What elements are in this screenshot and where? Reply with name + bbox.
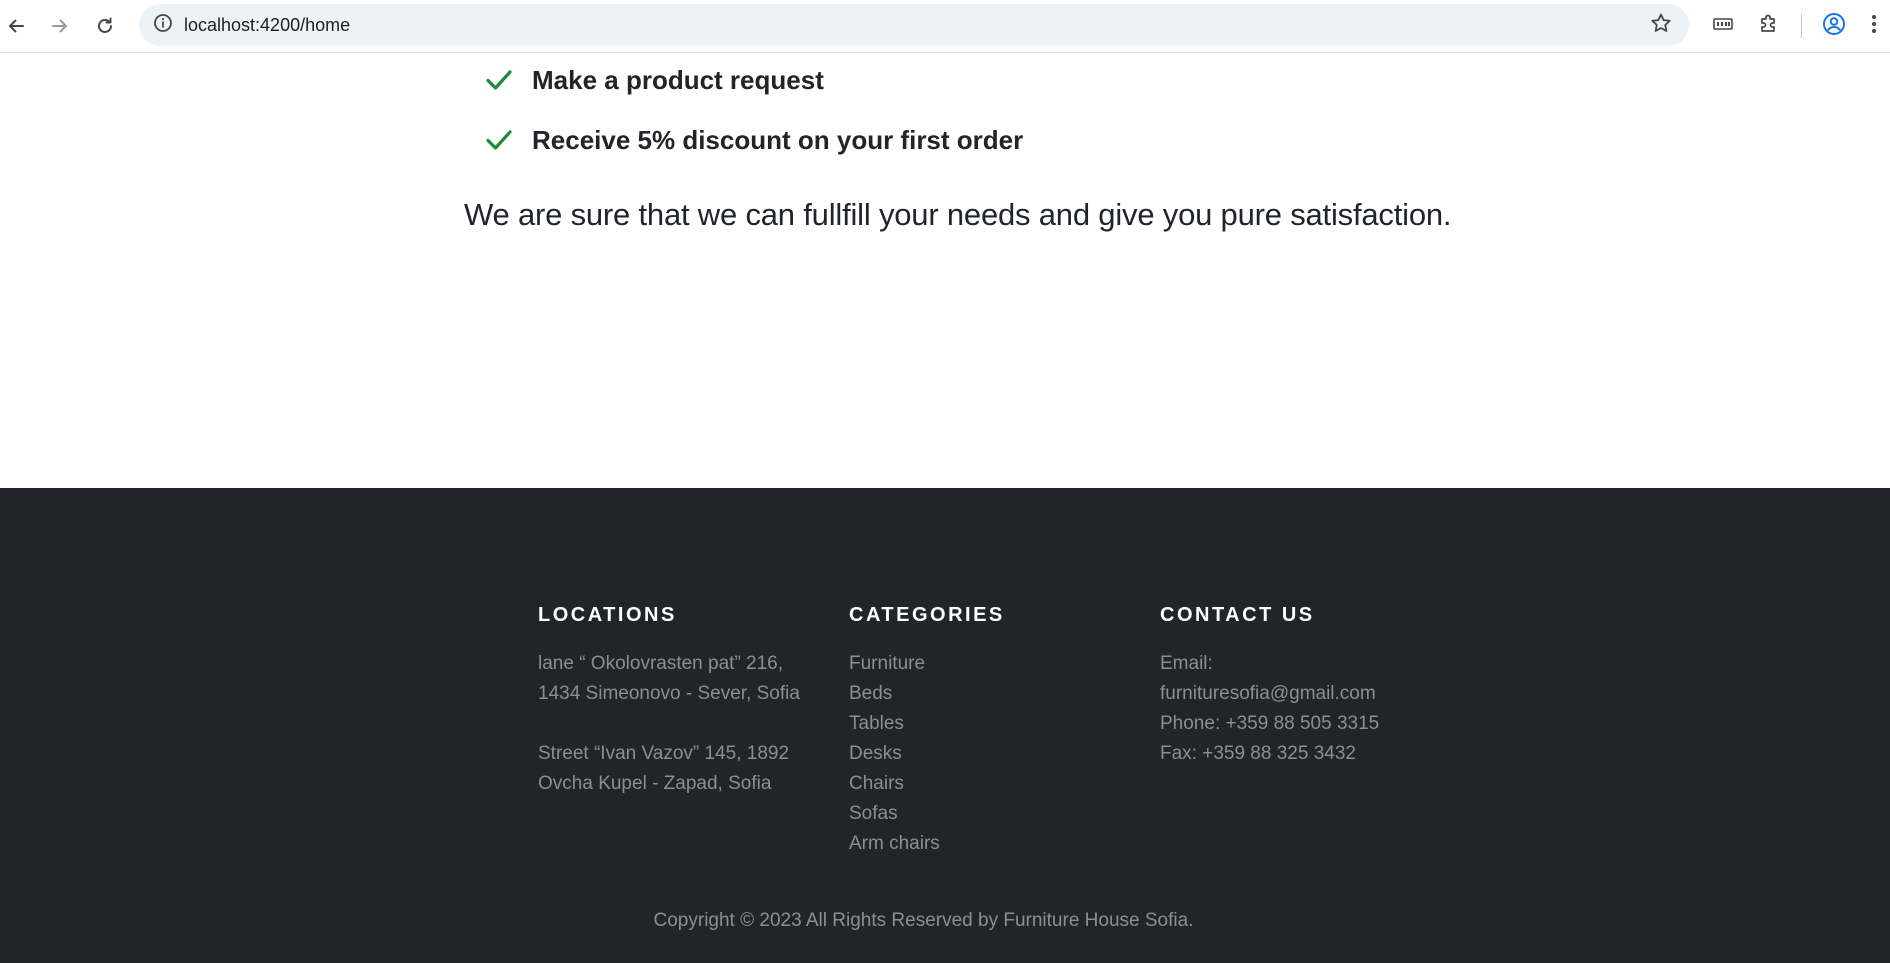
extensions-button[interactable] [1753,10,1785,42]
brand-link[interactable]: Furniture House Sofia [1003,910,1188,931]
star-icon [1650,12,1672,39]
checkmark-icon [484,65,514,95]
benefit-item: Make a product request [484,62,824,98]
copyright-text: Copyright © 2023 All Rights Reserved by … [0,910,1847,932]
forward-button[interactable] [44,10,76,42]
address-line: 1434 Simeonovo - Sever, Sofia [538,683,800,704]
bookmark-button[interactable] [1649,13,1673,37]
reload-icon [95,16,115,36]
checkmark-icon [484,125,514,155]
categories-heading: CATEGORIES [849,604,1005,626]
arrow-right-icon [50,16,70,36]
benefit-item: Receive 5% discount on your first order [484,122,1023,158]
category-link-sofas[interactable]: Sofas [849,799,1005,829]
locations-heading: LOCATIONS [538,604,677,626]
arrow-left-icon [6,16,26,36]
site-footer: LOCATIONS lane “ Okolovrasten pat” 216, … [0,488,1890,963]
satisfaction-statement: We are sure that we can fullfill your ne… [464,197,1452,232]
category-link-tables[interactable]: Tables [849,709,1005,739]
info-icon [153,13,173,38]
page-content: Make a product request Receive 5% discou… [0,53,1890,963]
address-bar[interactable]: localhost:4200/home [139,4,1689,46]
reload-button[interactable] [89,10,121,42]
email-label: Email: [1160,653,1213,674]
email-link[interactable]: furnituresofia@gmail.com [1160,679,1379,709]
browser-menu-button[interactable] [1862,10,1886,42]
benefit-text: Make a product request [532,64,824,95]
benefit-text: Receive 5% discount on your first order [532,124,1024,155]
url-text[interactable]: localhost:4200/home [184,4,350,46]
copyright-prefix: Copyright © 2023 All Rights Reserved by [653,910,1004,931]
category-link-desks[interactable]: Desks [849,739,1005,769]
category-link-furniture[interactable]: Furniture [849,649,1005,679]
toolbar-separator [1801,14,1802,38]
media-controls-icon [1713,17,1733,36]
more-vertical-icon [1871,14,1877,39]
category-link-chairs[interactable]: Chairs [849,769,1005,799]
category-link-beds[interactable]: Beds [849,679,1005,709]
browser-toolbar: localhost:4200/home [0,0,1890,53]
puzzle-icon [1758,13,1780,40]
category-link-arm-chairs[interactable]: Arm chairs [849,829,1005,859]
address-line: lane “ Okolovrasten pat” 216, [538,653,784,674]
profile-button[interactable] [1818,10,1850,42]
account-icon [1822,12,1846,41]
back-button[interactable] [0,10,32,42]
copyright-suffix: . [1188,910,1194,931]
site-info-button[interactable] [151,13,175,37]
footer-contact: CONTACT US Email: furnituresofia@gmail.c… [1160,603,1379,769]
address-line: Street “Ivan Vazov” 145, 1892 [538,743,790,764]
media-controls-button[interactable] [1707,10,1739,42]
footer-categories: CATEGORIES Furniture Beds Tables Desks C… [849,603,1005,859]
phone-text: Phone: +359 88 505 3315 [1160,713,1380,734]
footer-locations: LOCATIONS lane “ Okolovrasten pat” 216, … [538,603,800,799]
address-line: Ovcha Kupel - Zapad, Sofia [538,773,772,794]
fax-text: Fax: +359 88 325 3432 [1160,743,1356,764]
contact-heading: CONTACT US [1160,604,1315,626]
